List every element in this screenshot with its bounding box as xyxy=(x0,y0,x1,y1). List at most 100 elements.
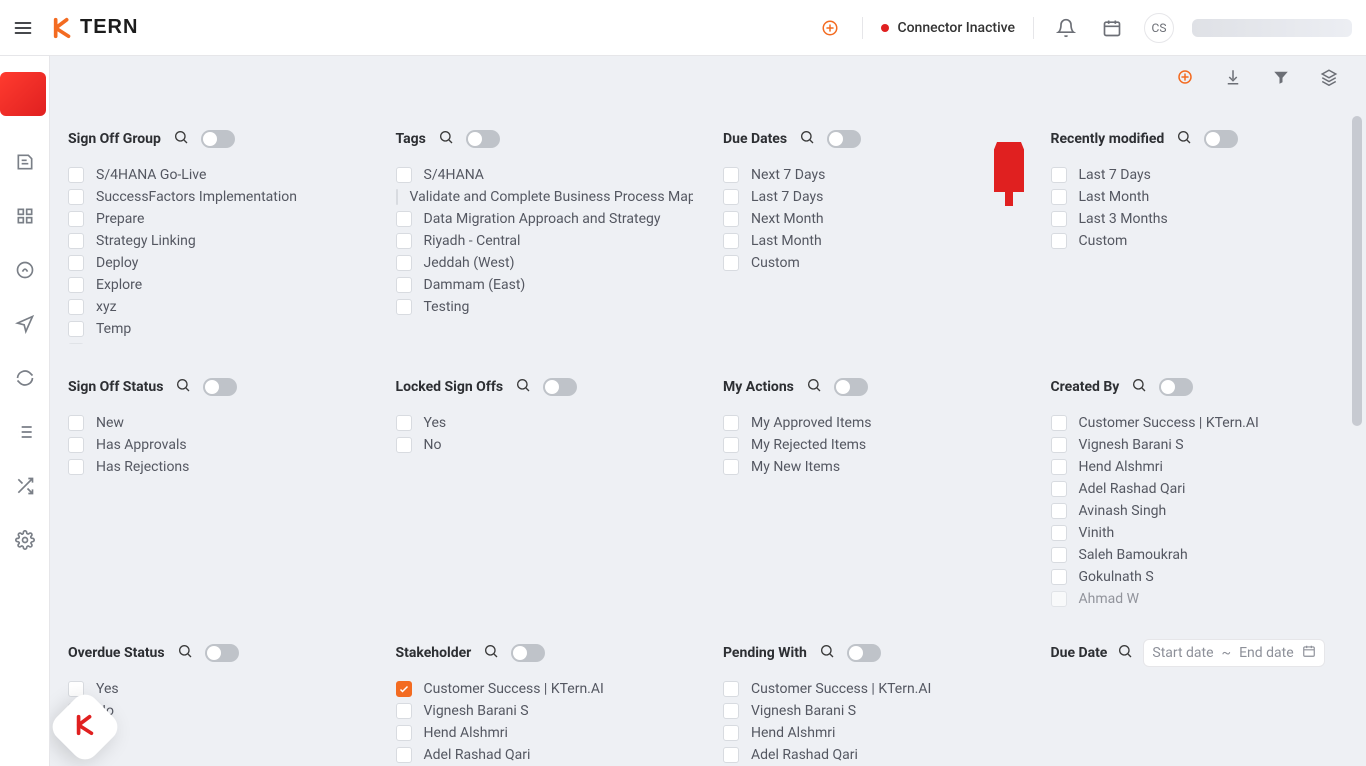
toggle[interactable] xyxy=(543,378,577,396)
toggle[interactable] xyxy=(201,130,235,148)
option-row[interactable]: Jeddah (West) xyxy=(396,252,694,274)
sidebar-item-activity[interactable] xyxy=(0,250,50,290)
search-icon[interactable] xyxy=(175,377,191,397)
option-row[interactable]: Hend Alshmri xyxy=(723,722,1021,744)
toggle[interactable] xyxy=(827,130,861,148)
option-row[interactable]: No xyxy=(396,434,694,456)
option-row[interactable]: Last 3 Months xyxy=(1051,208,1349,230)
option-row[interactable]: Last 7 Days xyxy=(1051,164,1349,186)
option-row[interactable]: Validate and Complete Business Process M… xyxy=(396,186,694,208)
toggle[interactable] xyxy=(834,378,868,396)
option-row[interactable]: Hend Alshmri xyxy=(396,722,694,744)
toggle[interactable] xyxy=(511,644,545,662)
option-row[interactable]: Deploy xyxy=(68,252,366,274)
option-row[interactable]: Dammam (East) xyxy=(396,274,694,296)
layers-icon[interactable] xyxy=(1318,66,1340,88)
option-row[interactable]: OCM Strategy and Plan xyxy=(68,340,366,344)
option-row[interactable]: Yes xyxy=(396,412,694,434)
option-row[interactable]: S/4HANA xyxy=(396,164,694,186)
option-row[interactable]: My Rejected Items xyxy=(723,434,1021,456)
option-row[interactable]: SuccessFactors Implementation xyxy=(68,186,366,208)
option-row[interactable]: Ahmad W xyxy=(1051,588,1349,610)
sidebar-item-list[interactable] xyxy=(0,412,50,452)
option-row[interactable]: Adel Rashad Qari xyxy=(1051,478,1349,500)
search-icon[interactable] xyxy=(515,377,531,397)
option-row[interactable]: Data Migration Approach and Strategy xyxy=(396,208,694,230)
option-row[interactable]: Gokulnath S xyxy=(1051,566,1349,588)
option-row[interactable]: Explore xyxy=(68,274,366,296)
search-icon[interactable] xyxy=(799,129,815,149)
option-row[interactable]: Vignesh Barani S xyxy=(396,700,694,722)
option-row[interactable]: Yes xyxy=(68,678,366,700)
option-row[interactable]: Custom xyxy=(723,252,1021,274)
filter-icon[interactable] xyxy=(1270,66,1292,88)
option-row[interactable]: Riyadh - Central xyxy=(396,230,694,252)
option-row[interactable]: Customer Success | KTern.AI xyxy=(723,678,1021,700)
toggle[interactable] xyxy=(203,378,237,396)
sidebar-item-notes[interactable] xyxy=(0,142,50,182)
sidebar-item-shuffle[interactable] xyxy=(0,466,50,506)
option-row[interactable]: Testing xyxy=(396,296,694,318)
option-row[interactable]: xyz xyxy=(68,296,366,318)
toggle[interactable] xyxy=(1159,378,1193,396)
add-global-icon[interactable] xyxy=(816,14,844,42)
option-row[interactable]: Customer Success | KTern.AI xyxy=(396,678,694,700)
sidebar-item-settings[interactable] xyxy=(0,520,50,560)
option-row[interactable]: Last Month xyxy=(723,230,1021,252)
calendar-icon[interactable] xyxy=(1098,14,1126,42)
option-row[interactable]: Avinash Singh xyxy=(1051,500,1349,522)
toggle[interactable] xyxy=(1204,130,1238,148)
brand-logo[interactable]: TERN xyxy=(52,16,138,39)
search-icon[interactable] xyxy=(1117,643,1133,663)
sidebar-item-apps[interactable] xyxy=(0,196,50,236)
option-row[interactable]: Next Month xyxy=(723,208,1021,230)
option-row[interactable]: Has Approvals xyxy=(68,434,366,456)
checkbox-checked-icon[interactable] xyxy=(396,681,412,697)
option-row[interactable]: Next 7 Days xyxy=(723,164,1021,186)
option-row[interactable]: S/4HANA Go-Live xyxy=(68,164,366,186)
search-icon[interactable] xyxy=(438,129,454,149)
option-row[interactable]: Custom xyxy=(1051,230,1349,252)
toggle[interactable] xyxy=(466,130,500,148)
option-row[interactable]: Hend Alshmri xyxy=(1051,456,1349,478)
bell-icon[interactable] xyxy=(1052,14,1080,42)
search-icon[interactable] xyxy=(819,643,835,663)
main-scrollbar[interactable] xyxy=(1352,116,1362,426)
option-row[interactable]: Last 7 Days xyxy=(723,186,1021,208)
option-row[interactable]: Adel Rashad Qari xyxy=(723,744,1021,766)
toggle[interactable] xyxy=(205,644,239,662)
username-placeholder xyxy=(1192,19,1352,37)
option-row[interactable]: My Approved Items xyxy=(723,412,1021,434)
date-range-input[interactable]: Start date ~ End date xyxy=(1143,639,1324,667)
add-icon[interactable] xyxy=(1174,66,1196,88)
option-row[interactable]: My New Items xyxy=(723,456,1021,478)
option-row[interactable]: Vignesh Barani S xyxy=(1051,434,1349,456)
option-row[interactable]: Vignesh Barani S xyxy=(723,700,1021,722)
search-icon[interactable] xyxy=(483,643,499,663)
group-my-actions: My Actions My Approved Items My Rejected… xyxy=(723,372,1021,610)
option-row[interactable]: Customer Success | KTern.AI xyxy=(1051,412,1349,434)
option-row[interactable]: Last Month xyxy=(1051,186,1349,208)
page-actions xyxy=(1174,66,1340,88)
avatar[interactable]: CS xyxy=(1144,13,1174,43)
option-row[interactable]: Strategy Linking xyxy=(68,230,366,252)
download-icon[interactable] xyxy=(1222,66,1244,88)
option-row[interactable]: Has Rejections xyxy=(68,456,366,478)
option-row[interactable]: Temp xyxy=(68,318,366,340)
search-icon[interactable] xyxy=(806,377,822,397)
group-title: Tags xyxy=(396,131,426,147)
option-row[interactable]: New xyxy=(68,412,366,434)
sidebar-item-send[interactable] xyxy=(0,304,50,344)
group-title: Due Date xyxy=(1051,645,1108,661)
search-icon[interactable] xyxy=(173,129,189,149)
toggle[interactable] xyxy=(847,644,881,662)
option-row[interactable]: Saleh Bamoukrah xyxy=(1051,544,1349,566)
option-row[interactable]: Prepare xyxy=(68,208,366,230)
sidebar-item-sync[interactable] xyxy=(0,358,50,398)
search-icon[interactable] xyxy=(1131,377,1147,397)
option-row[interactable]: Adel Rashad Qari xyxy=(396,744,694,766)
option-row[interactable]: Vinith xyxy=(1051,522,1349,544)
search-icon[interactable] xyxy=(1176,129,1192,149)
search-icon[interactable] xyxy=(177,643,193,663)
menu-button[interactable] xyxy=(8,13,38,43)
